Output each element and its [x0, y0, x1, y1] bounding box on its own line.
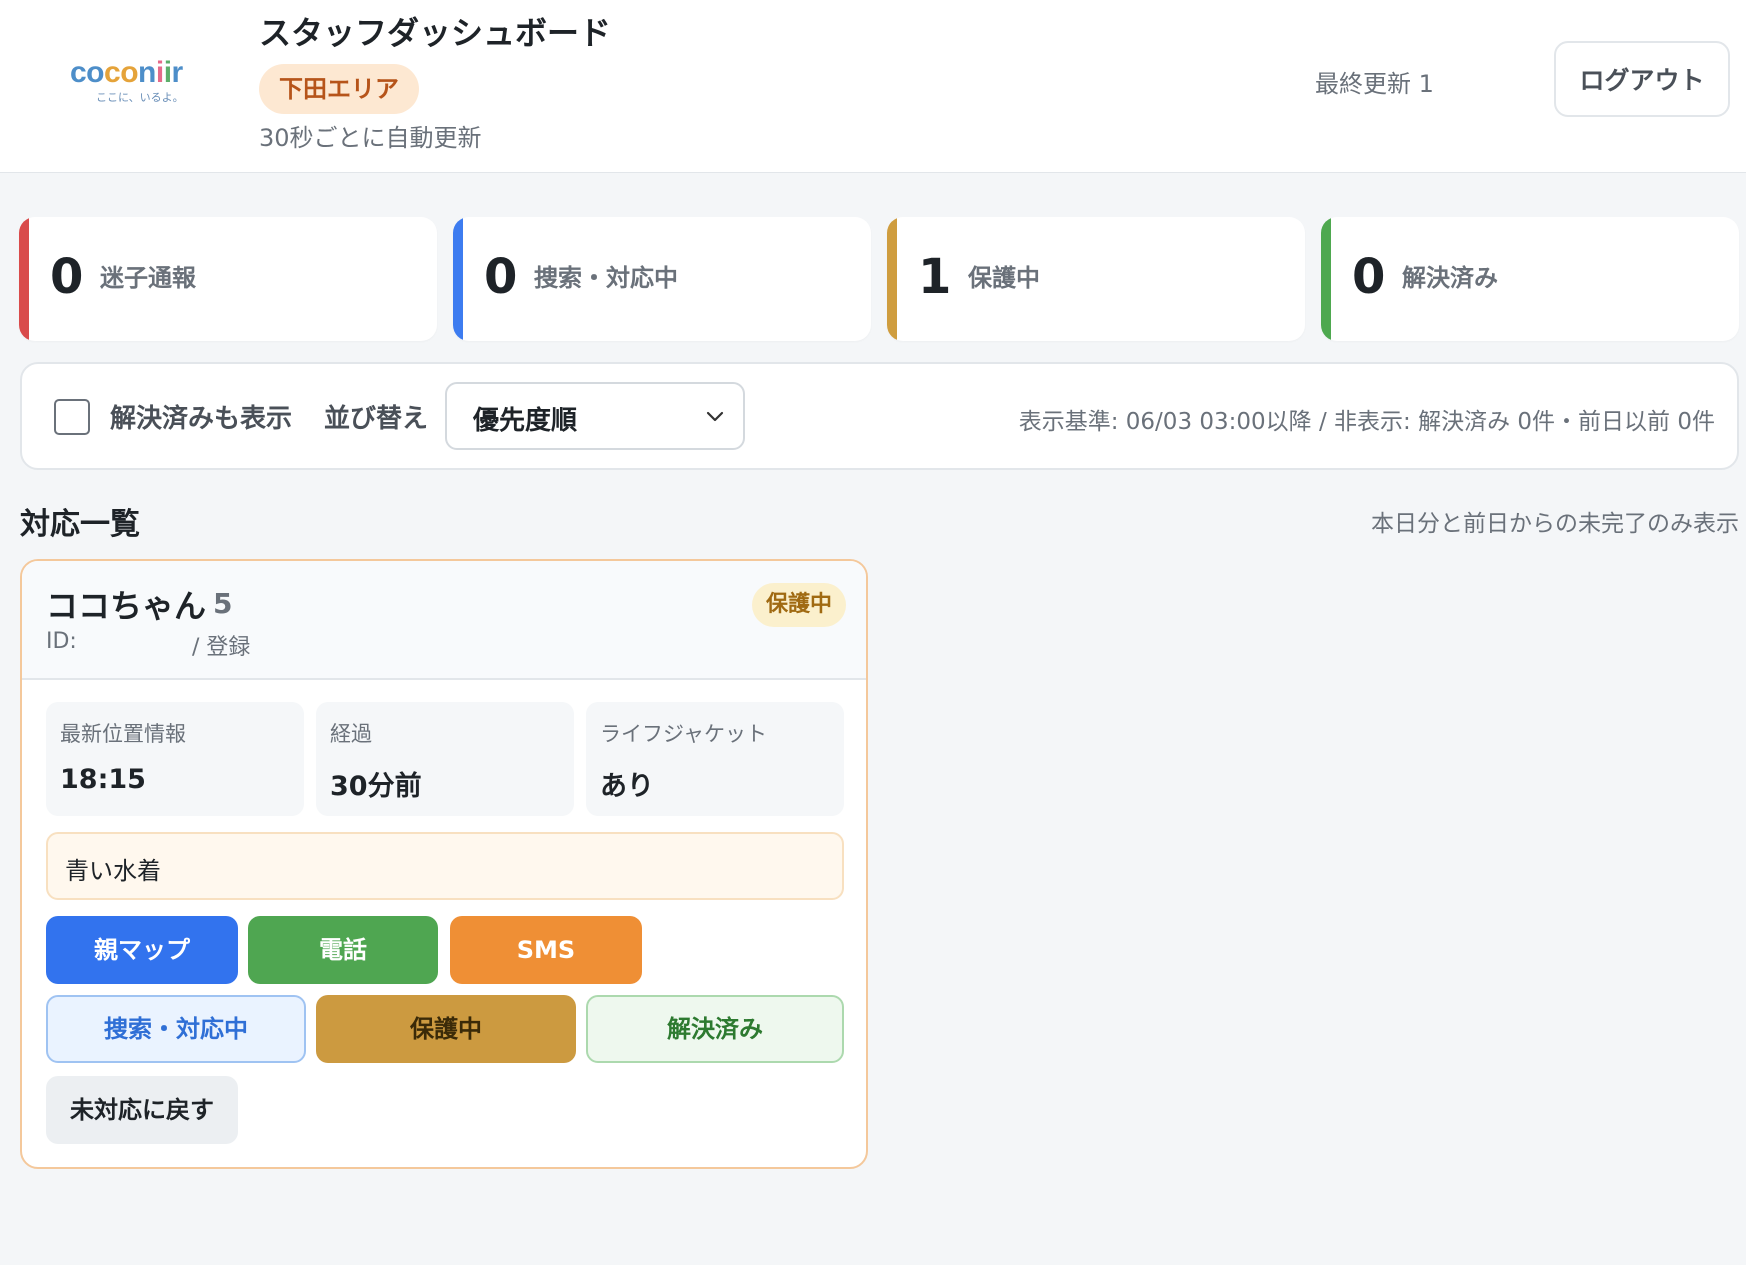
status-protected-button[interactable]: 保護中	[316, 995, 576, 1063]
case-note-text: 青い水着	[65, 857, 161, 885]
logo-tagline: ここに、いるよ。	[96, 91, 184, 104]
sort-select[interactable]: 優先度順	[445, 382, 745, 450]
last-updated-text: 最終更新 1	[1315, 70, 1433, 98]
sort-label: 並び替え	[324, 404, 429, 434]
show-resolved-label[interactable]: 解決済みも表示	[110, 398, 292, 435]
stat-card-protected: 1 保護中	[887, 217, 1305, 341]
area-badge: 下田エリア	[259, 64, 419, 114]
list-title: 対応一覧	[20, 507, 140, 542]
stat-accent-bar	[1321, 217, 1331, 341]
case-id-label: ID:	[46, 629, 77, 654]
status-searching-button[interactable]: 捜索・対応中	[46, 995, 306, 1063]
stat-count: 0	[484, 249, 518, 305]
stat-label: 解決済み	[1402, 264, 1498, 292]
info-elapsed: 経過 30分前	[316, 702, 574, 816]
revert-unhandled-button[interactable]: 未対応に戻す	[46, 1076, 238, 1144]
stat-label: 保護中	[968, 264, 1040, 292]
stat-accent-bar	[19, 217, 29, 341]
list-note: 本日分と前日からの未完了のみ表示	[1371, 511, 1739, 537]
stat-accent-bar	[887, 217, 897, 341]
info-latest-location: 最新位置情報 18:15	[46, 702, 304, 816]
logout-button[interactable]: ログアウト	[1554, 41, 1730, 117]
info-life-jacket: ライフジャケット あり	[586, 702, 844, 816]
status-resolved-button[interactable]: 解決済み	[586, 995, 844, 1063]
case-registered-label: / 登録	[192, 635, 251, 660]
info-value: 30分前	[330, 771, 422, 802]
case-card-header: ココちゃん 5 ID: / 登録 保護中	[22, 561, 866, 680]
stat-card-resolved: 0 解決済み	[1321, 217, 1739, 341]
stat-accent-bar	[453, 217, 463, 341]
case-note: 青い水着	[46, 832, 844, 900]
info-value: あり	[600, 771, 654, 802]
filter-info-text: 表示基準: 06/03 03:00以降 / 非表示: 解決済み 0件・前日以前 …	[1018, 409, 1715, 435]
stat-card-searching: 0 捜索・対応中	[453, 217, 871, 341]
page-title: スタッフダッシュボード	[259, 14, 612, 52]
stat-card-lost-report: 0 迷子通報	[19, 217, 437, 341]
sms-button[interactable]: SMS	[450, 916, 642, 984]
show-resolved-checkbox[interactable]	[54, 399, 90, 435]
stat-label: 捜索・対応中	[534, 264, 678, 292]
status-badge: 保護中	[752, 583, 846, 627]
sort-select-value: 優先度順	[473, 406, 578, 436]
filter-bar: 解決済みも表示 並び替え 優先度順 表示基準: 06/03 03:00以降 / …	[20, 362, 1739, 470]
info-value: 18:15	[60, 764, 146, 795]
child-name: ココちゃん	[46, 587, 207, 625]
stat-label: 迷子通報	[100, 264, 196, 292]
auto-refresh-text: 30秒ごとに自動更新	[259, 124, 482, 152]
parent-map-button[interactable]: 親マップ	[46, 916, 238, 984]
stat-count: 1	[918, 249, 952, 305]
chevron-down-icon	[706, 411, 724, 422]
call-button[interactable]: 電話	[248, 916, 438, 984]
coconiir-logo: coconiir ここに、いるよ。	[70, 58, 210, 108]
info-key: ライフジャケット	[600, 722, 767, 746]
info-key: 最新位置情報	[60, 722, 186, 746]
stat-count: 0	[50, 249, 84, 305]
stat-count: 0	[1352, 249, 1386, 305]
child-age: 5	[213, 587, 233, 620]
info-key: 経過	[330, 722, 372, 746]
case-card: ココちゃん 5 ID: / 登録 保護中 最新位置情報 18:15 経過 30分…	[20, 559, 868, 1169]
app-header: coconiir ここに、いるよ。 スタッフダッシュボード 下田エリア 30秒ご…	[0, 0, 1746, 173]
